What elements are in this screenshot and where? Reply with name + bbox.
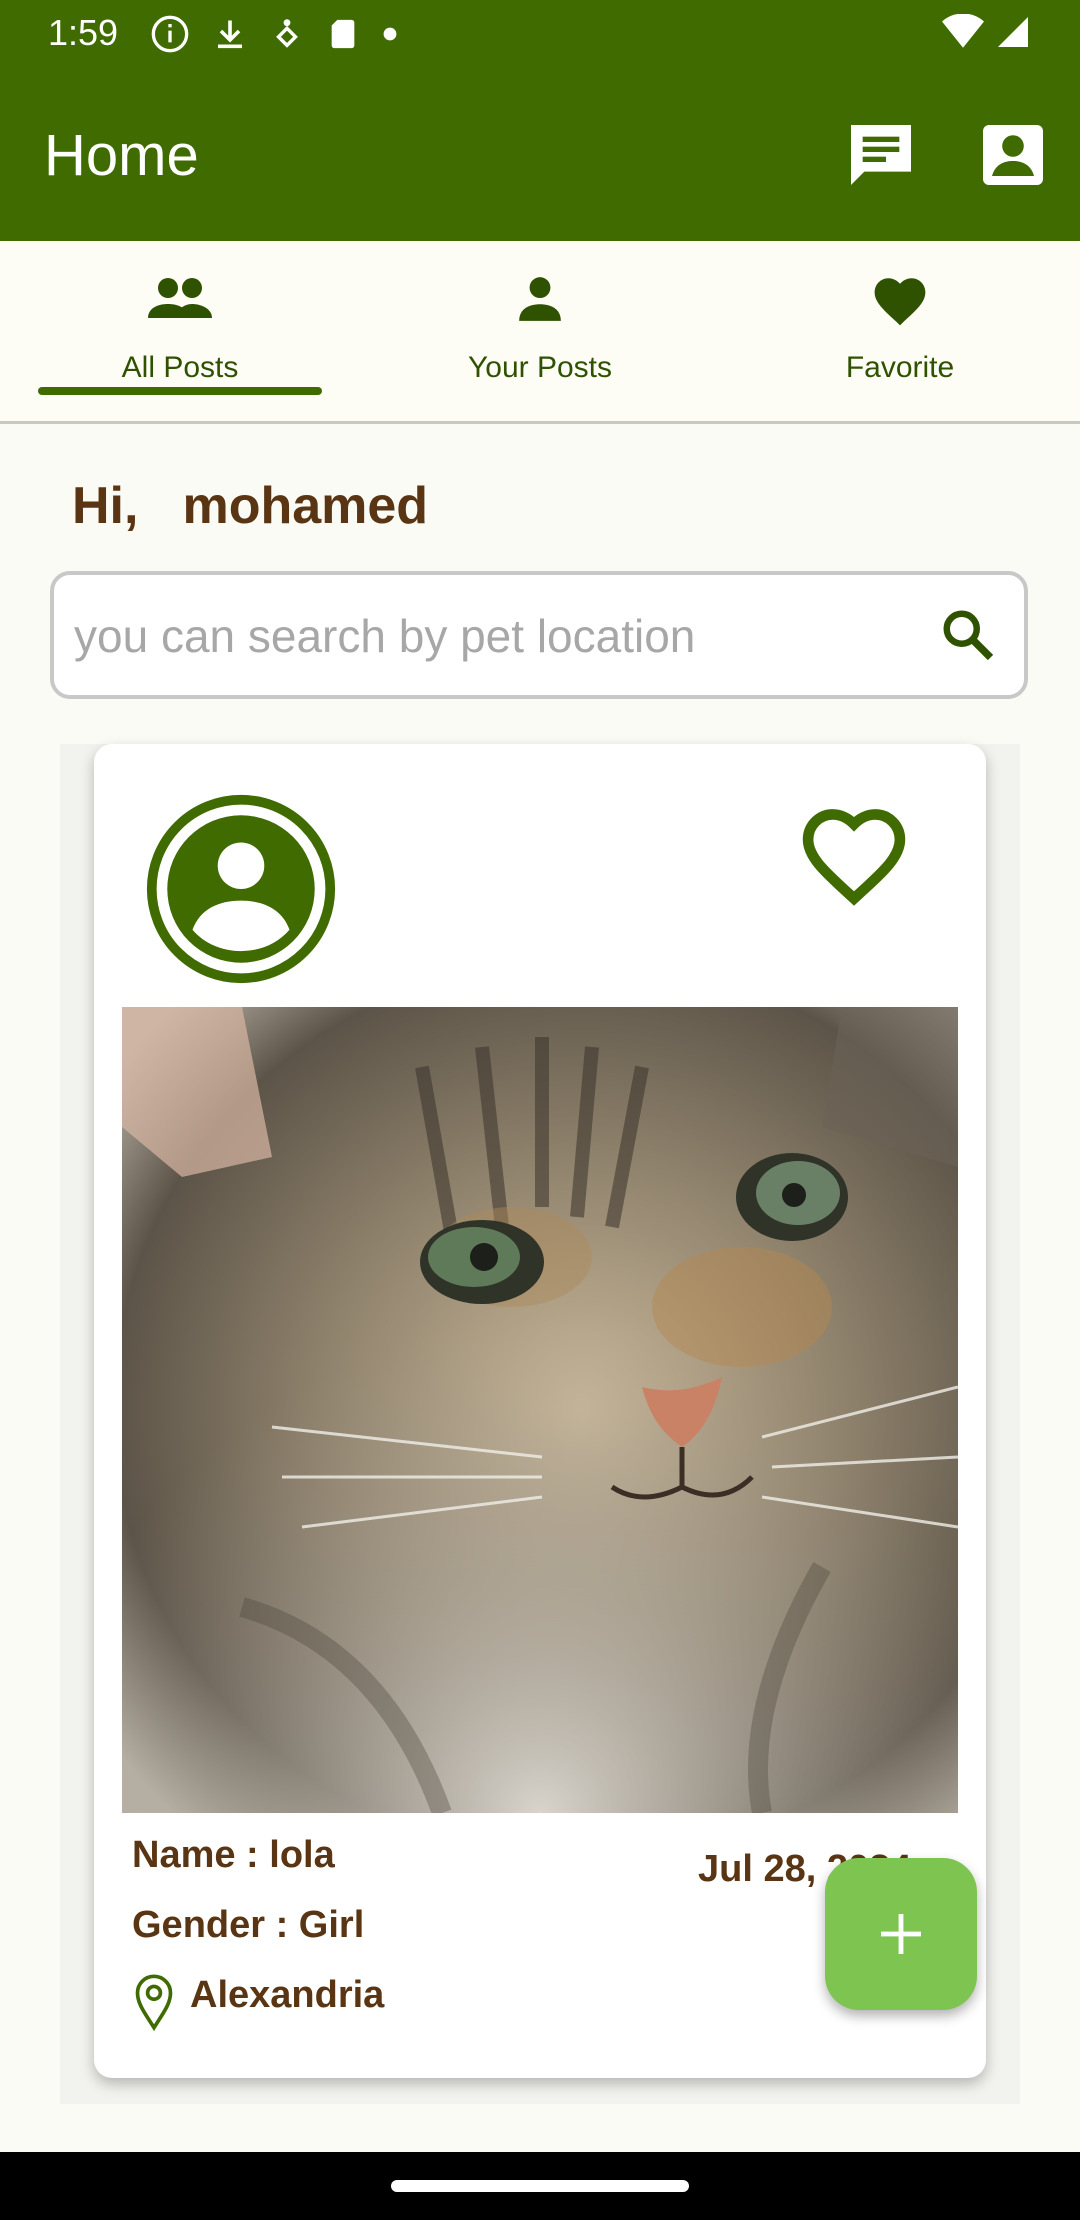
search-input[interactable] xyxy=(72,603,936,669)
person-icon xyxy=(519,277,561,321)
tab-your-posts[interactable]: Your Posts xyxy=(360,241,720,421)
account-box-icon xyxy=(983,125,1043,185)
favorite-heart-button[interactable] xyxy=(796,800,912,910)
accessibility-icon xyxy=(276,19,298,48)
location-pin-icon xyxy=(135,1974,173,2032)
pet-gender: Gender : Girl xyxy=(132,1904,365,1946)
greeting: Hi, mohamed xyxy=(72,476,428,536)
tab-label: All Posts xyxy=(121,351,239,384)
tab-favorite[interactable]: Favorite xyxy=(720,241,1080,421)
avatar-icon xyxy=(146,794,336,984)
tab-label: Your Posts xyxy=(468,351,612,384)
search-icon[interactable] xyxy=(938,605,998,665)
group-icon xyxy=(148,278,212,318)
page-title: Home xyxy=(44,123,199,188)
download-icon xyxy=(218,20,242,49)
add-post-button[interactable] xyxy=(825,1858,977,2010)
plus-icon xyxy=(881,1914,921,1954)
user-name: mohamed xyxy=(182,477,429,535)
status-time: 1:59 xyxy=(48,12,119,53)
account-button[interactable] xyxy=(970,112,1056,198)
dot-icon xyxy=(383,27,397,41)
status-bar: 1:59 xyxy=(0,0,1080,66)
pet-photo[interactable] xyxy=(122,1007,958,1813)
signal-icon xyxy=(998,17,1028,47)
selected-tab-indicator xyxy=(38,387,322,395)
pet-name: Name : lola xyxy=(132,1834,335,1876)
home-gesture-handle[interactable] xyxy=(391,2180,689,2192)
chat-icon xyxy=(851,125,911,185)
heart-icon xyxy=(874,278,926,326)
info-icon xyxy=(151,15,189,53)
wifi-icon xyxy=(942,14,984,48)
status-system-icons xyxy=(942,14,1032,50)
tab-bar: All Posts Your Posts Favorite xyxy=(0,241,1080,424)
sd-card-icon xyxy=(331,19,355,49)
tab-all-posts[interactable]: All Posts xyxy=(0,241,360,421)
tab-label: Favorite xyxy=(845,351,955,384)
search-box xyxy=(50,571,1028,699)
messages-button[interactable] xyxy=(838,112,924,198)
status-notification-icons xyxy=(150,14,398,54)
greeting-hi: Hi, xyxy=(72,477,139,535)
cat-photo xyxy=(122,1007,958,1813)
pet-location: Alexandria xyxy=(190,1974,385,2016)
